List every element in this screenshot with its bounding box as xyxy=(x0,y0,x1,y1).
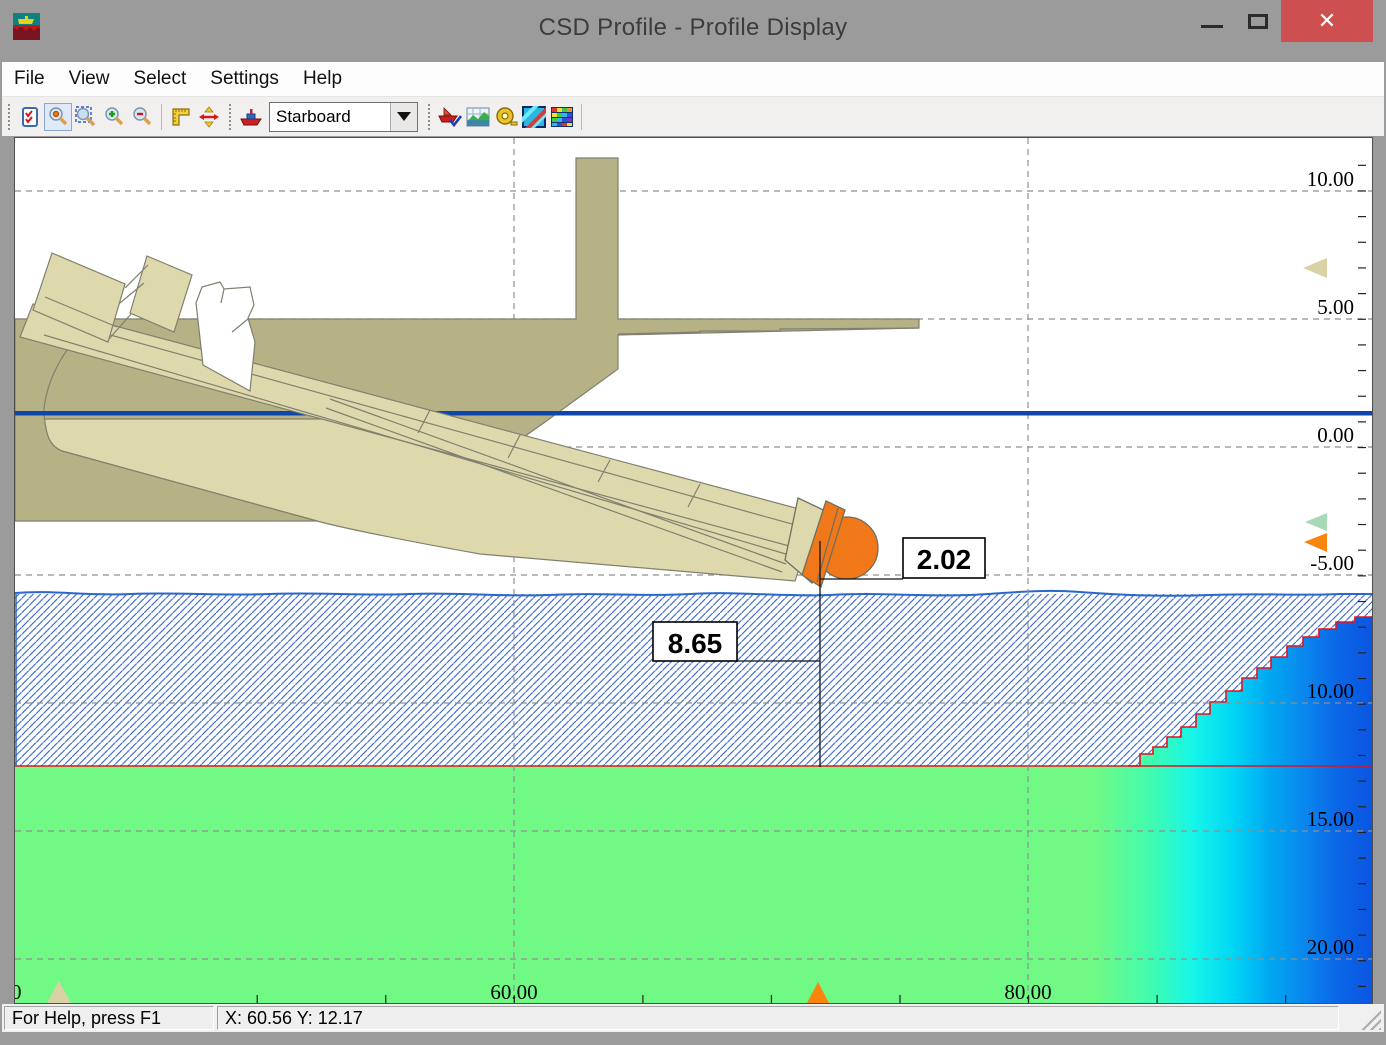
title-bar: CSD Profile - Profile Display ✕ xyxy=(0,0,1386,62)
x-label: 0 xyxy=(15,980,22,1003)
survey-checklist-icon[interactable] xyxy=(16,103,44,131)
toolbar-grip[interactable] xyxy=(426,104,433,130)
y-label: 15.00 xyxy=(1307,807,1354,831)
zoom-normal-icon[interactable] xyxy=(44,103,72,131)
vessel-check-icon[interactable] xyxy=(436,103,464,131)
vertical-range-icon[interactable] xyxy=(195,103,223,131)
cutter-elevation-value: 2.02 xyxy=(917,544,972,575)
ruler-icon[interactable] xyxy=(167,103,195,131)
color-matrix-icon[interactable] xyxy=(548,103,576,131)
waterline xyxy=(15,411,1372,416)
toolbar-separator xyxy=(581,104,582,130)
zoom-out-icon[interactable] xyxy=(128,103,156,131)
tape-measure-icon[interactable] xyxy=(492,103,520,131)
combo-dropdown-button[interactable] xyxy=(390,103,417,131)
y-label: 10.00 xyxy=(1307,167,1354,191)
zoom-window-icon[interactable] xyxy=(72,103,100,131)
profile-chart-icon[interactable] xyxy=(464,103,492,131)
profile-plot: 2.02 8.65 10.00 5.00 0.00 -5.00 10.00 15… xyxy=(15,138,1372,1003)
y-label: 0.00 xyxy=(1317,423,1354,447)
menu-bar: File View Select Settings Help xyxy=(2,62,1384,97)
y-label: 20.00 xyxy=(1307,935,1354,959)
status-bar: For Help, press F1 X: 60.56 Y: 12.17 xyxy=(2,1004,1384,1032)
window-title: CSD Profile - Profile Display xyxy=(0,14,1386,42)
chevron-down-icon xyxy=(397,112,411,121)
minimize-button[interactable] xyxy=(1189,0,1235,42)
status-help-text: For Help, press F1 xyxy=(4,1006,214,1030)
y-label: 10.00 xyxy=(1307,679,1354,703)
depth-measurement-value: 8.65 xyxy=(668,628,723,659)
toolbar: Starboard xyxy=(2,97,1384,136)
toolbar-grip[interactable] xyxy=(6,104,13,130)
menu-settings[interactable]: Settings xyxy=(198,62,291,97)
y-label: -5.00 xyxy=(1310,551,1354,575)
menu-select[interactable]: Select xyxy=(121,62,198,97)
profile-display-canvas[interactable]: 2.02 8.65 10.00 5.00 0.00 -5.00 10.00 15… xyxy=(14,137,1373,1004)
menu-file[interactable]: File xyxy=(2,62,57,97)
profile-side-value: Starboard xyxy=(270,103,390,131)
zoom-in-icon[interactable] xyxy=(100,103,128,131)
menu-help[interactable]: Help xyxy=(291,62,354,97)
maximize-button[interactable] xyxy=(1235,0,1281,42)
toolbar-separator xyxy=(161,104,162,130)
vessel-icon[interactable] xyxy=(237,103,265,131)
resize-grip[interactable] xyxy=(1361,1010,1381,1030)
menu-view[interactable]: View xyxy=(57,62,122,97)
close-button[interactable]: ✕ xyxy=(1281,0,1373,42)
toolbar-grip[interactable] xyxy=(227,104,234,130)
y-label: 5.00 xyxy=(1317,295,1354,319)
status-coordinates: X: 60.56 Y: 12.17 xyxy=(217,1006,1339,1030)
profile-side-select[interactable]: Starboard xyxy=(269,102,418,132)
dredged-depth-zone xyxy=(15,766,1372,1003)
slope-view-icon[interactable] xyxy=(520,103,548,131)
